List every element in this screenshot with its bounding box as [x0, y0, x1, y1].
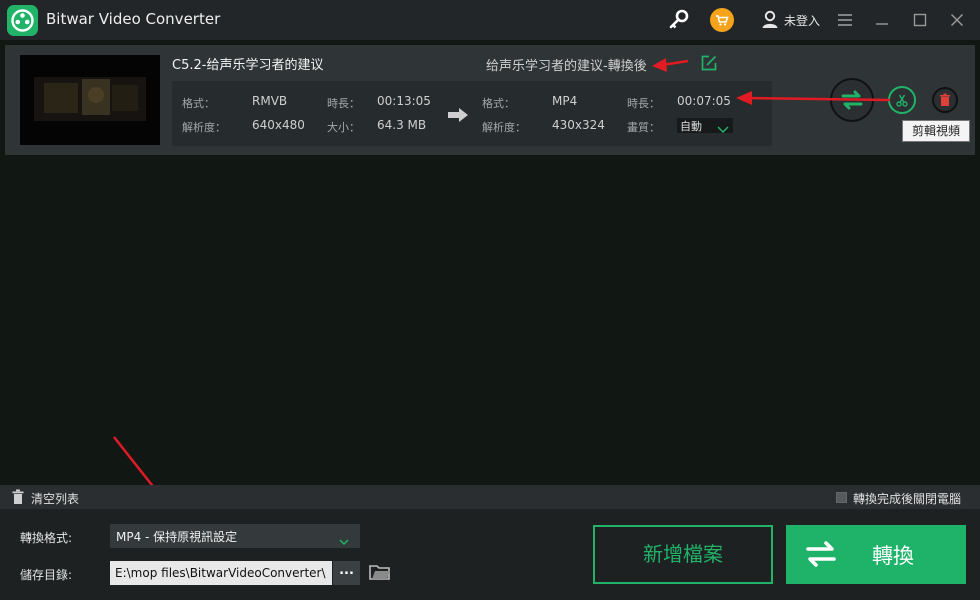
output-format-label: 轉換格式: — [20, 531, 73, 545]
chevron-down-icon — [717, 120, 729, 134]
convert-icon — [804, 538, 838, 570]
shutdown-label: 轉換完成後關閉電腦 — [853, 492, 962, 506]
file-name: C5.2-给声乐学习者的建议 — [172, 58, 324, 73]
annotation-arrow — [652, 58, 689, 72]
title-bar: Bitwar Video Converter 未登入 — [0, 0, 980, 40]
menu-icon[interactable] — [835, 8, 855, 32]
target-quality-label: 畫質： — [627, 121, 660, 134]
key-icon[interactable] — [667, 8, 691, 32]
arrow-right-icon — [447, 107, 469, 123]
save-directory-input[interactable]: E:\mop files\BitwarVideoConverter\ — [110, 561, 332, 585]
file-info-panel: 格式： RMVB 時長： 00:13:05 解析度： 640x480 大小： 6… — [172, 81, 772, 146]
list-toolbar: 清空列表 轉換完成後關閉電腦 — [0, 485, 980, 509]
source-resolution: 640x480 — [252, 118, 305, 132]
maximize-icon[interactable] — [910, 8, 930, 32]
scissors-icon[interactable] — [888, 86, 916, 114]
video-thumbnail — [20, 55, 160, 145]
minimize-icon[interactable] — [872, 8, 892, 32]
source-size-label: 大小： — [327, 121, 360, 134]
output-format-value: MP4 - 保持原視訊設定 — [116, 530, 238, 544]
convert-button[interactable]: 轉換 — [786, 525, 966, 584]
target-resolution-label: 解析度： — [482, 121, 526, 134]
app-logo-icon — [7, 5, 38, 36]
bottom-panel: 轉換格式: MP4 - 保持原視訊設定 儲存目錄: E:\mop files\B… — [0, 509, 980, 600]
target-duration: 00:07:05 — [677, 94, 731, 108]
clear-list-button[interactable]: 清空列表 — [31, 490, 79, 507]
source-format-label: 格式： — [182, 97, 215, 110]
chevron-down-icon — [338, 532, 350, 546]
cart-icon[interactable] — [710, 8, 734, 32]
quality-value: 自動 — [680, 120, 702, 133]
target-duration-label: 時長： — [627, 97, 660, 110]
close-icon[interactable] — [947, 8, 967, 32]
tooltip: 剪輯視頻 — [902, 120, 970, 142]
output-format-select[interactable]: MP4 - 保持原視訊設定 — [110, 524, 360, 548]
target-format-label: 格式： — [482, 97, 515, 110]
target-format: MP4 — [552, 94, 578, 108]
target-resolution: 430x324 — [552, 118, 605, 132]
shutdown-checkbox[interactable] — [836, 492, 847, 503]
source-resolution-label: 解析度： — [182, 121, 226, 134]
source-duration: 00:13:05 — [377, 94, 431, 108]
user-icon[interactable] — [760, 8, 780, 32]
save-directory-label: 儲存目錄: — [20, 568, 73, 582]
convert-button-label: 轉換 — [872, 544, 914, 568]
login-link[interactable]: 未登入 — [784, 12, 820, 29]
app-title: Bitwar Video Converter — [46, 10, 221, 28]
folder-icon[interactable] — [369, 563, 391, 581]
edit-icon[interactable] — [700, 54, 718, 72]
quality-select[interactable]: 自動 — [677, 118, 733, 134]
add-file-button[interactable]: 新增檔案 — [593, 525, 773, 584]
trash-icon[interactable] — [11, 489, 25, 505]
source-duration-label: 時長： — [327, 97, 360, 110]
browse-button[interactable]: ... — [333, 561, 360, 585]
source-size: 64.3 MB — [377, 118, 427, 132]
output-file-name: 给声乐学习者的建议-轉換後 — [486, 59, 647, 74]
save-directory-value: E:\mop files\BitwarVideoConverter\ — [115, 566, 326, 580]
source-format: RMVB — [252, 94, 288, 108]
delete-file-button[interactable] — [932, 87, 958, 113]
annotation-arrow — [736, 91, 891, 105]
